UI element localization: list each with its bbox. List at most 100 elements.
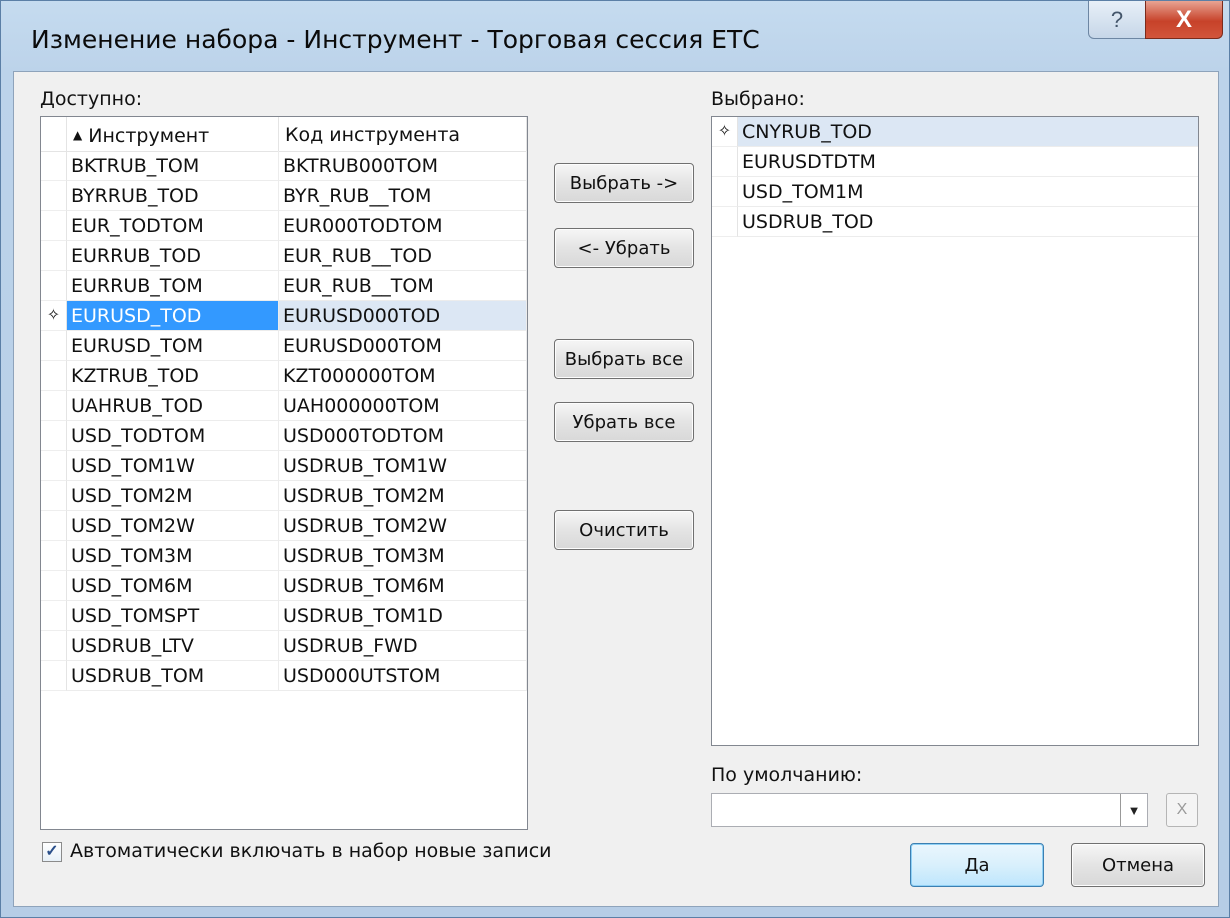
table-row[interactable]: USD_TOM3M USDRUB_TOM3M [41,541,527,571]
selected-instrument-cell[interactable]: CNYRUB_TOD [738,117,1198,147]
current-row-icon[interactable]: ✧ [41,301,67,331]
code-cell[interactable]: KZT000000TOM [279,361,527,391]
instrument-cell[interactable]: BKTRUB_TOM [67,151,279,181]
table-row[interactable]: USD_TOM6M USDRUB_TOM6M [41,571,527,601]
code-cell[interactable]: USDRUB_FWD [279,631,527,661]
current-row-icon[interactable]: ✧ [712,117,738,147]
code-cell[interactable]: USDRUB_TOM6M [279,571,527,601]
instrument-cell[interactable]: USDRUB_LTV [67,631,279,661]
table-row[interactable]: EURRUB_TOD EUR_RUB__TOD [41,241,527,271]
instrument-cell[interactable]: EURRUB_TOM [67,271,279,301]
row-header[interactable] [41,391,67,421]
code-cell[interactable]: BYR_RUB__TOM [279,181,527,211]
table-row[interactable]: USD_TOM2W USDRUB_TOM2W [41,511,527,541]
close-button[interactable]: X [1145,1,1223,39]
row-header[interactable] [41,421,67,451]
row-header[interactable] [712,207,738,237]
code-cell[interactable]: EUR_RUB__TOD [279,241,527,271]
select-button[interactable]: Выбрать -> [554,163,694,203]
code-cell[interactable]: USD000TODTOM [279,421,527,451]
remove-all-button[interactable]: Убрать все [554,402,694,442]
row-header[interactable] [41,331,67,361]
available-grid[interactable]: ▲ Инструмент Код инструмента BKTRUB_TOM B… [40,116,528,830]
row-header[interactable] [41,181,67,211]
auto-include-checkbox[interactable]: ✓ [42,842,62,862]
row-header[interactable] [41,451,67,481]
column-header-instrument[interactable]: ▲ Инструмент [67,117,279,151]
code-cell[interactable]: USD000UTSTOM [279,661,527,691]
clear-default-button[interactable]: X [1166,793,1198,827]
code-cell[interactable]: USDRUB_TOM2W [279,511,527,541]
instrument-cell[interactable]: USDRUB_TOM [67,661,279,691]
row-header[interactable] [41,631,67,661]
row-header[interactable] [41,271,67,301]
instrument-cell[interactable]: EURUSD_TOM [67,331,279,361]
instrument-cell[interactable]: USD_TOM6M [67,571,279,601]
code-cell[interactable]: USDRUB_TOM3M [279,541,527,571]
row-header[interactable] [41,481,67,511]
selected-instrument-cell[interactable]: EURUSDTDTM [738,147,1198,177]
table-row[interactable]: USD_TOMSPT USDRUB_TOM1D [41,601,527,631]
instrument-cell[interactable]: BYRRUB_TOD [67,181,279,211]
code-cell[interactable]: EUR_RUB__TOM [279,271,527,301]
table-row[interactable]: BYRRUB_TOD BYR_RUB__TOM [41,181,527,211]
table-row[interactable]: USD_TOM2M USDRUB_TOM2M [41,481,527,511]
auto-include-label[interactable]: Автоматически включать в набор новые зап… [70,840,552,862]
table-row[interactable]: KZTRUB_TOD KZT000000TOM [41,361,527,391]
table-row[interactable]: EURUSD_TOM EURUSD000TOM [41,331,527,361]
instrument-cell[interactable]: EURRUB_TOD [67,241,279,271]
code-cell[interactable]: UAH000000TOM [279,391,527,421]
instrument-cell[interactable]: USD_TODTOM [67,421,279,451]
row-header[interactable] [712,147,738,177]
instrument-cell[interactable]: USD_TOMSPT [67,601,279,631]
default-combobox[interactable]: ▼ [711,793,1148,827]
instrument-cell[interactable]: EUR_TODTOM [67,211,279,241]
code-cell[interactable]: BKTRUB000TOM [279,151,527,181]
row-header[interactable] [712,177,738,207]
row-header[interactable] [41,661,67,691]
instrument-cell[interactable]: EURUSD_TOD [67,301,279,331]
code-cell[interactable]: EUR000TODTOM [279,211,527,241]
instrument-cell[interactable]: USD_TOM3M [67,541,279,571]
table-row[interactable]: EURRUB_TOM EUR_RUB__TOM [41,271,527,301]
column-header-code[interactable]: Код инструмента [279,117,527,151]
list-item[interactable]: USDRUB_TOD [712,207,1198,237]
table-row[interactable]: USDRUB_TOM USD000UTSTOM [41,661,527,691]
code-cell[interactable]: EURUSD000TOD [279,301,527,331]
selected-instrument-cell[interactable]: USDRUB_TOD [738,207,1198,237]
selected-instrument-cell[interactable]: USD_TOM1M [738,177,1198,207]
table-row[interactable]: USDRUB_LTV USDRUB_FWD [41,631,527,661]
instrument-cell[interactable]: UAHRUB_TOD [67,391,279,421]
code-cell[interactable]: USDRUB_TOM1W [279,451,527,481]
row-header[interactable] [41,151,67,181]
code-cell[interactable]: USDRUB_TOM2M [279,481,527,511]
table-row[interactable]: USD_TODTOM USD000TODTOM [41,421,527,451]
select-all-button[interactable]: Выбрать все [554,339,694,379]
instrument-cell[interactable]: USD_TOM2M [67,481,279,511]
list-item[interactable]: ✧ CNYRUB_TOD [712,117,1198,147]
remove-button[interactable]: <- Убрать [554,228,694,268]
code-cell[interactable]: EURUSD000TOM [279,331,527,361]
default-dropdown-button[interactable]: ▼ [1120,794,1147,826]
row-header[interactable] [41,511,67,541]
row-header[interactable] [41,541,67,571]
table-row[interactable]: USD_TOM1W USDRUB_TOM1W [41,451,527,481]
row-header[interactable] [41,211,67,241]
ok-button[interactable]: Да [910,843,1044,887]
table-row[interactable]: UAHRUB_TOD UAH000000TOM [41,391,527,421]
row-header[interactable] [41,241,67,271]
selected-grid[interactable]: ✧ CNYRUB_TOD EURUSDTDTM USD_TOM1M USDRUB_TOD [711,116,1199,746]
table-row[interactable]: ✧ EURUSD_TOD EURUSD000TOD [41,301,527,331]
instrument-cell[interactable]: USD_TOM2W [67,511,279,541]
code-cell[interactable]: USDRUB_TOM1D [279,601,527,631]
row-header[interactable] [41,601,67,631]
list-item[interactable]: EURUSDTDTM [712,147,1198,177]
help-button[interactable]: ? [1088,1,1146,39]
instrument-cell[interactable]: KZTRUB_TOD [67,361,279,391]
row-header[interactable] [41,571,67,601]
list-item[interactable]: USD_TOM1M [712,177,1198,207]
instrument-cell[interactable]: USD_TOM1W [67,451,279,481]
clear-button[interactable]: Очистить [554,510,694,550]
table-row[interactable]: BKTRUB_TOM BKTRUB000TOM [41,151,527,181]
cancel-button[interactable]: Отмена [1071,843,1205,887]
